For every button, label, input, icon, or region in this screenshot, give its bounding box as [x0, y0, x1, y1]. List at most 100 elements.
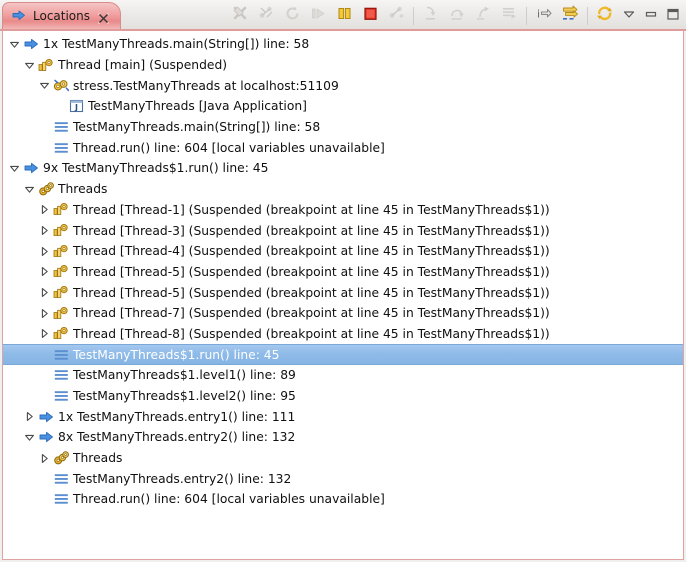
- tree-row-selected[interactable]: TestManyThreads$1.run() line: 45: [3, 344, 683, 365]
- stack-frame-icon: [52, 140, 70, 156]
- suspend-button[interactable]: [331, 4, 357, 28]
- expand-twisty-icon[interactable]: [37, 326, 52, 342]
- twisty-placeholder: [37, 491, 52, 507]
- expand-twisty-icon[interactable]: [37, 450, 52, 466]
- relaunch-icon: [284, 5, 301, 26]
- step-return-button[interactable]: [470, 4, 496, 28]
- disconnect-target-button[interactable]: [383, 4, 409, 28]
- disconnect-button[interactable]: [227, 4, 253, 28]
- tree-row[interactable]: Thread [Thread-4] (Suspended (breakpoint…: [3, 241, 683, 262]
- tree-row[interactable]: 1x TestManyThreads.entry1() line: 111: [3, 406, 683, 427]
- threads-group-icon: [37, 181, 55, 197]
- tree-row[interactable]: Threads: [3, 448, 683, 469]
- remove-all-terminated-button[interactable]: [253, 4, 279, 28]
- step-return-icon: [475, 5, 492, 26]
- tree-row-label: Thread [Thread-8] (Suspended (breakpoint…: [73, 326, 550, 341]
- tab-locations[interactable]: Locations: [2, 2, 122, 29]
- expand-twisty-icon[interactable]: [37, 285, 52, 301]
- debug-tree-scroll-area[interactable]: 1x TestManyThreads.main(String[]) line: …: [2, 31, 684, 560]
- tree-row[interactable]: TestManyThreads.main(String[]) line: 58: [3, 117, 683, 138]
- step-over-button[interactable]: [444, 4, 470, 28]
- debug-tree: 1x TestManyThreads.main(String[]) line: …: [3, 31, 683, 510]
- instruction-step-icon: [561, 5, 579, 26]
- launch-arrow-icon: [22, 160, 40, 176]
- tree-row-label: TestManyThreads$1.level1() line: 89: [73, 368, 296, 383]
- collapse-twisty-icon[interactable]: [7, 160, 22, 176]
- resume-button[interactable]: [305, 4, 331, 28]
- thread-icon: [52, 285, 70, 301]
- launch-arrow-icon: [37, 409, 55, 425]
- twisty-placeholder: [37, 140, 52, 156]
- view-menu-button[interactable]: [618, 4, 640, 28]
- instruction-stepping-button[interactable]: [557, 4, 583, 28]
- drop-to-frame-icon: [501, 5, 518, 26]
- minimize-button[interactable]: [640, 4, 662, 28]
- twisty-placeholder: [37, 347, 52, 363]
- relaunch-button[interactable]: [279, 4, 305, 28]
- tree-row[interactable]: TestManyThreads$1.level1() line: 89: [3, 365, 683, 386]
- refresh-button[interactable]: [592, 4, 618, 28]
- expand-twisty-icon[interactable]: [37, 264, 52, 280]
- maximize-button[interactable]: [662, 4, 684, 28]
- tree-row[interactable]: Thread [Thread-3] (Suspended (breakpoint…: [3, 220, 683, 241]
- collapse-twisty-icon[interactable]: [37, 78, 52, 94]
- step-over-icon: [449, 5, 466, 26]
- tree-row[interactable]: 1x TestManyThreads.main(String[]) line: …: [3, 34, 683, 55]
- twisty-placeholder: [37, 388, 52, 404]
- disconnect-icon: [232, 5, 249, 26]
- expand-twisty-icon[interactable]: [37, 243, 52, 259]
- twisty-placeholder: [37, 119, 52, 135]
- drop-to-frame-button[interactable]: [496, 4, 522, 28]
- collapse-twisty-icon[interactable]: [7, 36, 22, 52]
- tree-row[interactable]: Thread.run() line: 604 [local variables …: [3, 137, 683, 158]
- expand-twisty-icon[interactable]: [37, 223, 52, 239]
- tree-row[interactable]: Thread [Thread-5] (Suspended (breakpoint…: [3, 262, 683, 283]
- tree-row[interactable]: Thread [Thread-8] (Suspended (breakpoint…: [3, 324, 683, 345]
- thread-icon: [52, 264, 70, 280]
- tree-row[interactable]: 8x TestManyThreads.entry2() line: 132: [3, 427, 683, 448]
- tree-row[interactable]: Thread [Thread-7] (Suspended (breakpoint…: [3, 303, 683, 324]
- collapse-twisty-icon[interactable]: [22, 181, 37, 197]
- twisty-placeholder: [37, 367, 52, 383]
- step-into-icon: [423, 5, 440, 26]
- stack-frame-icon: [52, 491, 70, 507]
- expand-twisty-icon[interactable]: [37, 305, 52, 321]
- expand-twisty-icon[interactable]: [22, 409, 37, 425]
- locations-debug-view: Locations i 1x TestManyThreads.main(Stri…: [0, 0, 686, 562]
- remove-terminated-icon: [258, 5, 275, 26]
- stack-frame-icon: [52, 367, 70, 383]
- toolbar-separator-2: [526, 6, 527, 25]
- tree-row[interactable]: 9x TestManyThreads$1.run() line: 45: [3, 158, 683, 179]
- collapse-twisty-icon[interactable]: [22, 57, 37, 73]
- tree-row[interactable]: stress.TestManyThreads at localhost:5110…: [3, 75, 683, 96]
- tree-row-label: Thread.run() line: 604 [local variables …: [73, 140, 385, 155]
- tree-row[interactable]: Threads: [3, 179, 683, 200]
- twisty-placeholder: [37, 471, 52, 487]
- tree-row-label: TestManyThreads [Java Application]: [88, 99, 307, 114]
- tree-row[interactable]: TestManyThreads.entry2() line: 132: [3, 468, 683, 489]
- terminate-button[interactable]: [357, 4, 383, 28]
- minimize-icon: [644, 6, 658, 25]
- threads-group-icon: [52, 450, 70, 466]
- resume-icon: [310, 5, 327, 26]
- tree-row[interactable]: J TestManyThreads [Java Application]: [3, 96, 683, 117]
- stack-frame-icon: [52, 347, 70, 363]
- view-toolbar: i: [227, 2, 684, 29]
- collapse-twisty-icon[interactable]: [22, 429, 37, 445]
- view-titlebar: Locations i: [0, 0, 686, 31]
- close-icon[interactable]: [97, 10, 110, 24]
- tree-row-label: Thread [main] (Suspended): [58, 58, 228, 73]
- suspend-icon: [336, 5, 353, 26]
- tree-row[interactable]: TestManyThreads$1.level2() line: 95: [3, 386, 683, 407]
- thread-icon: [52, 305, 70, 321]
- expand-twisty-icon[interactable]: [37, 202, 52, 218]
- tree-row[interactable]: Thread.run() line: 604 [local variables …: [3, 489, 683, 510]
- tree-row[interactable]: Thread [Thread-1] (Suspended (breakpoint…: [3, 200, 683, 221]
- use-step-filters-button[interactable]: i: [531, 4, 557, 28]
- step-into-button[interactable]: [418, 4, 444, 28]
- tree-row[interactable]: Thread [main] (Suspended): [3, 55, 683, 76]
- tree-row[interactable]: Thread [Thread-5] (Suspended (breakpoint…: [3, 282, 683, 303]
- launch-arrow-icon: [37, 429, 55, 445]
- tree-row-label: Thread [Thread-7] (Suspended (breakpoint…: [73, 306, 550, 321]
- tree-row-label: 1x TestManyThreads.main(String[]) line: …: [43, 37, 310, 52]
